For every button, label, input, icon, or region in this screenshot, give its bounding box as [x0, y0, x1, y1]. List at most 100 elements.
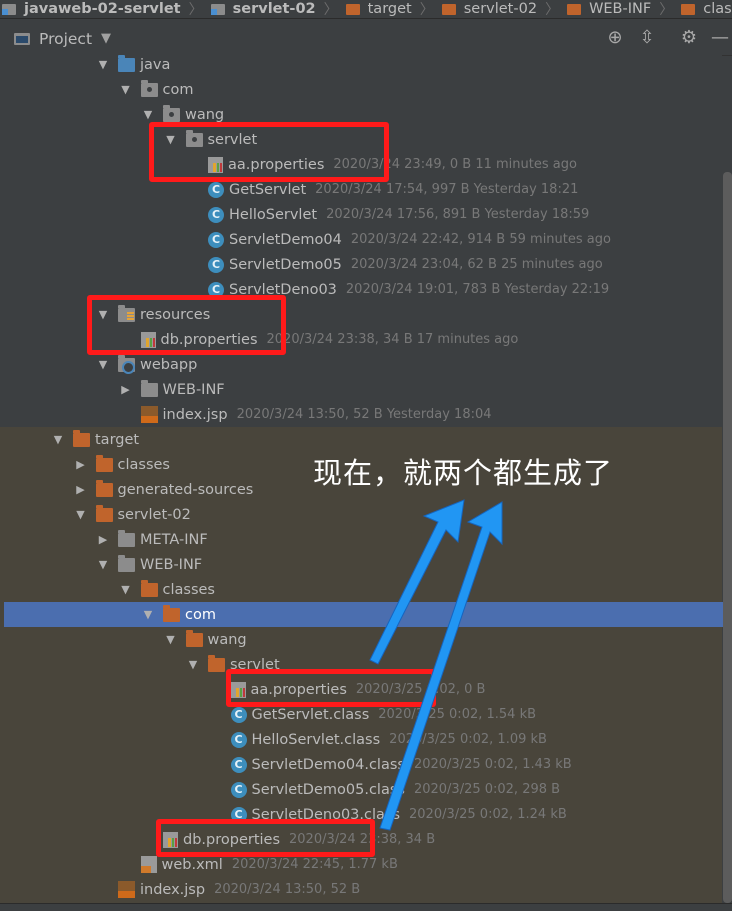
tree-row[interactable]: C ServletDemo04.class 2020/3/25 0:02, 1.43… — [209, 752, 572, 777]
tree-row[interactable]: ▼ java — [96, 52, 170, 77]
tree-row[interactable]: C ServletDemo05 2020/3/24 23:04, 62 B 25 m… — [186, 252, 603, 277]
tree-row[interactable]: ▼ webapp — [96, 352, 197, 377]
breadcrumb-item-classes[interactable]: classes — [681, 1, 732, 17]
tree-row[interactable]: ▼ com — [141, 602, 216, 627]
tree-row[interactable]: ▼ classes — [119, 577, 215, 602]
tree-item-name: HelloServlet — [229, 206, 318, 223]
java-class-icon: C — [230, 756, 247, 773]
selected-row-highlight — [4, 602, 732, 627]
tree-item-name: wang — [185, 106, 225, 123]
tree-item-name: ServletDemo04.class — [251, 756, 405, 773]
bottom-tool-strip — [0, 903, 732, 911]
tree-row[interactable]: index.jsp 2020/3/24 13:50, 52 B — [96, 877, 360, 902]
tree-row[interactable]: index.jsp 2020/3/24 13:50, 52 B Yesterday… — [119, 402, 492, 427]
xml-file-icon — [140, 856, 157, 873]
package-icon — [140, 79, 158, 97]
breadcrumb: javaweb-02-servlet 〉 servlet-02 〉 target 〉 … — [0, 0, 732, 19]
collapse-arrow-icon[interactable]: ▶ — [74, 483, 88, 496]
tree-item-name: generated-sources — [117, 481, 254, 498]
excluded-folder-icon — [140, 579, 158, 597]
excluded-folder-icon — [185, 629, 203, 647]
chevron-right-icon: 〉 — [323, 2, 338, 18]
tree-row[interactable]: C ServletDemo04 2020/3/24 22:42, 914 B 59 … — [186, 227, 611, 252]
tree-row[interactable]: C HelloServlet.class 2020/3/25 0:02, 1.09 … — [209, 727, 547, 752]
breadcrumb-item-web-inf[interactable]: WEB-INF — [567, 1, 651, 17]
expand-arrow-icon[interactable]: ▼ — [96, 558, 110, 571]
expand-arrow-icon[interactable]: ▼ — [141, 108, 155, 121]
tree-row[interactable]: ▶ classes — [74, 452, 170, 477]
tree-row[interactable]: C ServletDemo05.class 2020/3/25 0:02, 298 … — [209, 777, 561, 802]
collapse-icon[interactable]: ⇳ — [637, 28, 657, 48]
tree-item-meta: 2020/3/25 0:02, 1.54 kB — [378, 707, 537, 722]
tree-item-meta: 2020/3/24 17:54, 997 B Yesterday 18:21 — [315, 182, 579, 197]
java-class-icon: C — [230, 731, 247, 748]
jsp-file-icon — [118, 881, 135, 898]
collapse-arrow-icon[interactable]: ▶ — [96, 533, 110, 546]
tree-item-name: index.jsp — [140, 881, 206, 898]
hide-icon[interactable]: — — [710, 28, 730, 48]
gear-icon[interactable]: ⚙ — [679, 28, 699, 48]
expand-arrow-icon[interactable]: ▼ — [96, 58, 110, 71]
tree-item-meta: 2020/3/24 23:04, 62 B 25 minutes ago — [350, 257, 603, 272]
expand-arrow-icon[interactable]: ▼ — [186, 658, 200, 671]
expand-arrow-icon[interactable]: ▼ — [51, 433, 65, 446]
excluded-folder-icon — [73, 429, 90, 447]
collapse-arrow-icon[interactable]: ▶ — [74, 458, 88, 471]
expand-arrow-icon[interactable]: ▼ — [164, 633, 178, 646]
tree-item-name: com — [185, 606, 216, 623]
highlight-box-target-db — [156, 819, 375, 857]
expand-arrow-icon[interactable]: ▼ — [119, 583, 133, 596]
expand-arrow-icon[interactable]: ▼ — [141, 608, 155, 621]
tree-item-name: classes — [117, 456, 170, 473]
tree-row[interactable]: ▶ WEB-INF — [119, 377, 225, 402]
highlight-box-src-servlet — [149, 122, 389, 182]
tree-row[interactable]: ▼ com — [119, 77, 194, 102]
tree-item-meta: 2020/3/25 0:02, 298 B — [413, 782, 561, 797]
excluded-folder-icon — [208, 654, 225, 672]
breadcrumb-item-project[interactable]: javaweb-02-servlet — [2, 1, 181, 17]
java-class-icon: C — [208, 206, 224, 223]
scrollbar[interactable] — [723, 172, 732, 903]
folder-icon — [118, 529, 135, 547]
tree-item-meta: 2020/3/24 17:56, 891 B Yesterday 18:59 — [326, 207, 590, 222]
breadcrumb-item-target[interactable]: target — [345, 1, 412, 17]
chevron-down-icon[interactable]: ▼ — [101, 31, 111, 46]
breadcrumb-item-servlet-02[interactable]: servlet-02 — [441, 1, 537, 17]
tree-item-name: META-INF — [140, 531, 208, 548]
tree-row[interactable]: ▶ META-INF — [96, 527, 208, 552]
tree-row[interactable]: ▼ WEB-INF — [96, 552, 202, 577]
tree-item-name: WEB-INF — [140, 556, 203, 573]
project-view-selector[interactable]: Project — [39, 30, 92, 48]
tree-item-name: com — [162, 81, 194, 98]
locate-icon[interactable]: ⊕ — [605, 28, 625, 48]
tree-item-name: GetServlet — [229, 181, 307, 198]
expand-arrow-icon[interactable]: ▼ — [74, 508, 88, 521]
highlight-box-target-aa — [226, 669, 436, 707]
tree-row[interactable]: ▼ target — [51, 427, 139, 452]
tree-item-name: servlet-02 — [117, 506, 191, 523]
excluded-folder-icon — [95, 504, 113, 522]
module-folder-icon — [2, 3, 16, 15]
chevron-right-icon: 〉 — [545, 2, 560, 18]
breadcrumb-item-module[interactable]: servlet-02 — [210, 1, 316, 17]
project-toolbar: Project ▼ ⊕ ⇳ ⚙ — — [0, 20, 732, 56]
tree-row[interactable]: ▶ generated-sources — [74, 477, 254, 502]
web-folder-icon — [118, 354, 135, 374]
collapse-arrow-icon[interactable]: ▶ — [119, 383, 133, 396]
tree-row[interactable]: C HelloServlet 2020/3/24 17:56, 891 B Yest… — [186, 202, 589, 227]
tree-item-meta: 2020/3/25 0:02, 1.24 kB — [409, 807, 567, 822]
tree-item-name: web.xml — [161, 856, 223, 873]
expand-arrow-icon[interactable]: ▼ — [96, 358, 110, 371]
tree-item-meta: 2020/3/25 0:02, 1.09 kB — [389, 732, 547, 747]
chevron-right-icon: 〉 — [419, 2, 434, 18]
tree-item-name: index.jsp — [162, 406, 228, 423]
project-icon — [14, 33, 30, 45]
tree-item-name: ServletDemo05.class — [251, 781, 405, 798]
highlight-box-resources — [87, 295, 286, 355]
tree-item-name: wang — [207, 631, 247, 648]
tree-row[interactable]: ▼ servlet-02 — [74, 502, 191, 527]
folder-icon — [441, 3, 456, 15]
source-folder-icon — [118, 54, 135, 72]
expand-arrow-icon[interactable]: ▼ — [119, 83, 133, 96]
tree-row[interactable]: ▼ wang — [164, 627, 247, 652]
